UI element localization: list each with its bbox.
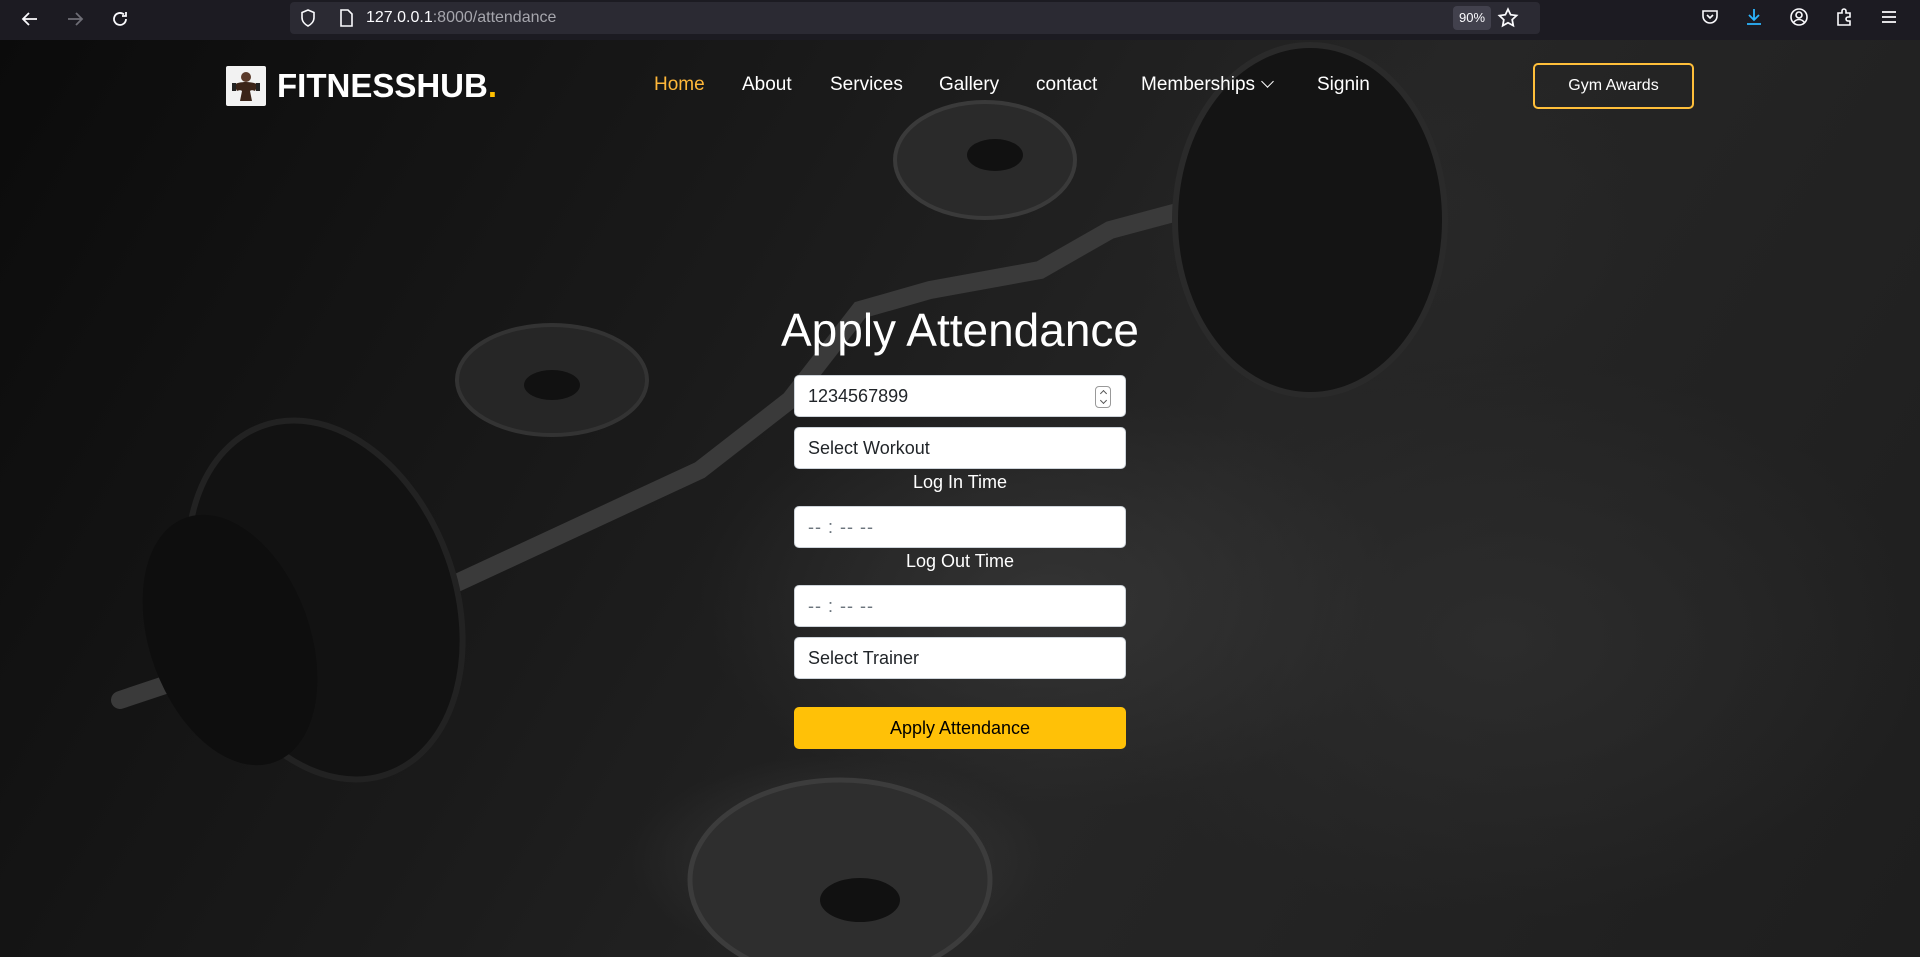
- number-stepper[interactable]: [1095, 386, 1111, 408]
- account-icon[interactable]: [1786, 4, 1812, 30]
- url-host: 127.0.0.1: [366, 9, 433, 26]
- bookmark-star-icon[interactable]: [1497, 7, 1519, 29]
- login-time-placeholder: -- : -- --: [808, 516, 874, 537]
- menu-hamburger-icon[interactable]: [1876, 4, 1902, 30]
- pocket-icon[interactable]: [1697, 4, 1723, 30]
- gym-awards-button[interactable]: Gym Awards: [1533, 63, 1694, 109]
- workout-select-value: Select Workout: [808, 437, 930, 458]
- address-bar[interactable]: 127.0.0.1:8000/attendance 90%: [290, 2, 1540, 34]
- url-path: :8000/attendance: [432, 9, 557, 26]
- page-body: FITNESSHUB. Home About Services Gallery …: [0, 40, 1920, 957]
- trainer-select-value: Select Trainer: [808, 647, 920, 668]
- browser-toolbar: 127.0.0.1:8000/attendance 90%: [0, 0, 1920, 40]
- nav-memberships-label: Memberships: [1141, 74, 1256, 95]
- stepper-down-icon[interactable]: [1099, 396, 1107, 405]
- extensions-icon[interactable]: [1831, 4, 1857, 30]
- phone-number-value: 1234567899: [808, 385, 909, 406]
- page-info-icon[interactable]: [336, 8, 356, 28]
- back-icon[interactable]: [15, 4, 45, 34]
- url-text[interactable]: 127.0.0.1:8000/attendance: [366, 9, 556, 27]
- zoom-level-badge[interactable]: 90%: [1453, 6, 1492, 30]
- nav-signin[interactable]: Signin: [1317, 74, 1370, 96]
- phone-number-input[interactable]: 1234567899: [794, 375, 1126, 417]
- download-icon[interactable]: [1741, 4, 1767, 30]
- shield-icon[interactable]: [298, 8, 318, 28]
- trainer-select[interactable]: Select Trainer: [794, 637, 1126, 679]
- login-time-label: Log In Time: [912, 472, 1008, 492]
- nav-gallery[interactable]: Gallery: [939, 74, 999, 96]
- forward-icon[interactable]: [60, 4, 90, 34]
- nav-memberships[interactable]: Memberships: [1141, 74, 1274, 96]
- nav-about[interactable]: About: [742, 74, 792, 96]
- nav-home[interactable]: Home: [654, 74, 705, 96]
- reload-icon[interactable]: [105, 4, 135, 34]
- login-time-input[interactable]: -- : -- --: [794, 506, 1126, 548]
- logout-time-label: Log Out Time: [905, 551, 1015, 571]
- workout-select[interactable]: Select Workout: [794, 427, 1126, 469]
- nav-services[interactable]: Services: [830, 74, 903, 96]
- logout-time-input[interactable]: -- : -- --: [794, 585, 1126, 627]
- logout-time-placeholder: -- : -- --: [808, 595, 874, 616]
- dumbbell-background-image: [111, 42, 1448, 957]
- form-title: Apply Attendance: [780, 304, 1140, 356]
- nav-contact[interactable]: contact: [1036, 74, 1097, 96]
- apply-attendance-button[interactable]: Apply Attendance: [794, 707, 1126, 749]
- chevron-down-icon: [1261, 75, 1274, 88]
